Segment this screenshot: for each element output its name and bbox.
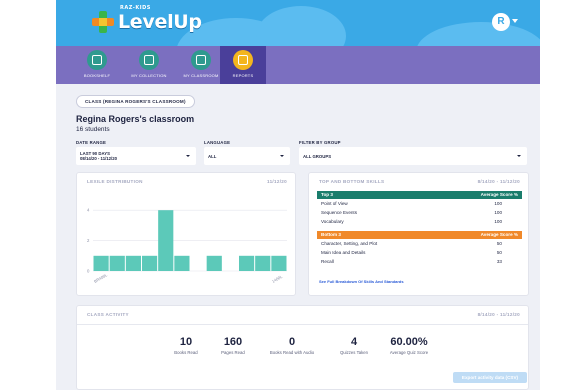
nav-item-reports[interactable]: REPORTS: [220, 46, 266, 84]
nav-label: REPORTS: [232, 73, 254, 78]
skill-row: Vocabulary 100: [321, 219, 502, 224]
nav-item-bookshelf[interactable]: BOOKSHELF: [74, 46, 120, 84]
y-tick-label: 0: [87, 269, 90, 274]
chevron-down-icon[interactable]: [512, 19, 518, 23]
top-bar: RAZ-KIDS LevelUp R: [56, 0, 540, 46]
card-date: 8/14/20 - 11/12/20: [477, 312, 520, 317]
cloud-decoration: [256, 6, 346, 46]
group-value: ALL GROUPS: [303, 154, 332, 159]
stat-books-read-audio: 0 Books Read with Audio: [269, 336, 315, 355]
classroom-icon: [191, 50, 211, 70]
y-tick-label: 2: [87, 238, 90, 243]
stat-quizzes-taken: 4 Quizzes Taken: [339, 336, 369, 355]
avatar[interactable]: R: [492, 13, 510, 31]
skill-row: Main Idea and Details 50: [321, 250, 502, 255]
levelup-logo[interactable]: RAZ-KIDS LevelUp: [92, 5, 202, 36]
skill-row: Character, Setting, and Plot 50: [321, 241, 502, 246]
x-end-label: 1400L: [271, 274, 284, 284]
date-range-label: DATE RANGE: [76, 140, 107, 145]
lexile-chart: 4 2 0BR400L 1400L: [87, 208, 287, 284]
chevron-down-icon: [186, 155, 190, 157]
date-range-select[interactable]: LAST 90 DAYS 08/14/20 - 11/12/20: [76, 147, 196, 165]
language-value: ALL: [208, 154, 217, 159]
skills-breakdown-link[interactable]: See Full Breakdown Of Skills And Standar…: [319, 279, 404, 284]
bookshelf-icon: [87, 50, 107, 70]
export-csv-button[interactable]: Export activity data (CSV): [453, 372, 527, 383]
page-title: Regina Rogers's classroom: [76, 114, 195, 124]
nav-label: BOOKSHELF: [83, 73, 111, 78]
bottom-skills-header: Bottom 3 Average Score %: [317, 231, 522, 239]
card-title: TOP AND BOTTOM SKILLS: [319, 179, 385, 184]
top-skills-header: Top 3 Average Score %: [317, 191, 522, 199]
skill-row: Point of View 100: [321, 201, 502, 206]
chevron-down-icon: [280, 155, 284, 157]
card-date: 11/12/20: [266, 179, 287, 184]
skill-row: Sequence Events 100: [321, 210, 502, 215]
histogram-bar: [255, 255, 271, 271]
group-select[interactable]: ALL GROUPS: [299, 147, 527, 165]
cloud-decoration: [416, 22, 540, 46]
student-count: 16 students: [76, 126, 110, 133]
nav-label: MY COLLECTION: [131, 73, 167, 78]
language-label: LANGUAGE: [204, 140, 231, 145]
histogram-bar: [206, 255, 222, 271]
date-range-line2: 08/14/20 - 11/12/20: [80, 156, 118, 161]
filter-by-group-label: FILTER BY GROUP: [299, 140, 341, 145]
logo-super: RAZ-KIDS: [120, 5, 151, 11]
histogram-bar: [158, 210, 174, 271]
histogram-bar: [93, 255, 109, 271]
histogram-bar: [174, 255, 190, 271]
chevron-down-icon: [517, 155, 521, 157]
card-title: LEXILE DISTRIBUTION: [87, 179, 143, 184]
logo-text: RAZ-KIDS LevelUp: [118, 5, 202, 33]
top-bottom-skills-card: TOP AND BOTTOM SKILLS 8/14/20 - 11/12/20…: [308, 172, 529, 296]
histogram-bar: [239, 255, 255, 271]
nav-item-my-collection[interactable]: MY COLLECTION: [126, 46, 172, 84]
skill-row: Recall 33: [321, 259, 502, 264]
y-tick-label: 4: [87, 208, 90, 213]
card-date: 8/14/20 - 11/12/20: [477, 179, 520, 184]
language-select[interactable]: ALL: [204, 147, 290, 165]
plus-logo-icon: [92, 11, 114, 33]
divider: [77, 324, 528, 325]
stat-pages-read: 160 Pages Read: [221, 336, 245, 355]
nav-bar: BOOKSHELF MY COLLECTION MY CLASSROOM REP…: [56, 46, 540, 84]
collection-icon: [139, 50, 159, 70]
lexile-distribution-card: LEXILE DISTRIBUTION 11/12/20 4 2 0 BR400L 14…: [76, 172, 296, 296]
stat-average-quiz-score: 60.00% Average Quiz Score: [389, 336, 429, 355]
reports-icon: [233, 50, 253, 70]
nav-label: MY CLASSROOM: [183, 73, 219, 78]
class-selector-pill[interactable]: CLASS (REGINA ROGERS'S CLASSROOM): [76, 95, 195, 108]
nav-item-my-classroom[interactable]: MY CLASSROOM: [178, 46, 224, 84]
histogram-bar: [142, 255, 158, 271]
x-start-label: BR400L: [93, 272, 109, 284]
app-frame: RAZ-KIDS LevelUp R BOOKSHELF MY COLLECTI…: [56, 0, 540, 390]
card-title: CLASS ACTIVITY: [87, 312, 129, 317]
histogram-bar: [109, 255, 125, 271]
histogram-bar: [125, 255, 141, 271]
histogram-bar: [271, 255, 287, 271]
